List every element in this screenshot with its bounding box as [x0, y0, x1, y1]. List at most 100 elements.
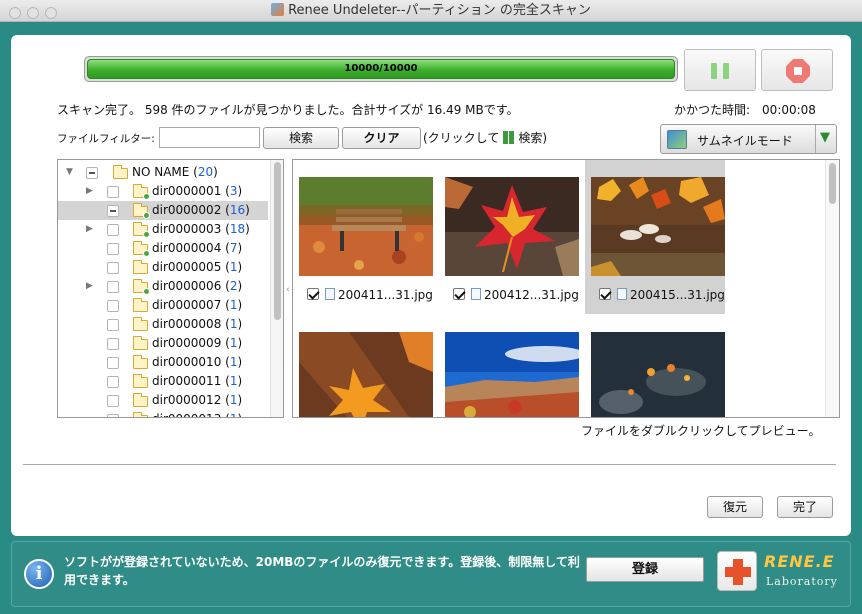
- tree-label: dir0000001 (3): [152, 184, 243, 198]
- thumbnail-gallery: 200411...31.jpg 200412...31.jpg 200415..…: [292, 159, 840, 418]
- tree-row[interactable]: dir0000011 (1): [58, 372, 268, 391]
- close-window-button[interactable]: [9, 7, 21, 19]
- collapsed-triangle-icon[interactable]: ▶: [86, 220, 95, 239]
- tree-row[interactable]: dir0000010 (1): [58, 353, 268, 372]
- tree-row[interactable]: ▶ dir0000006 (2): [58, 277, 268, 296]
- app-icon: [271, 3, 285, 16]
- thumbnail-image-hillside: [445, 332, 579, 417]
- tree-label: dir0000012 (1): [152, 393, 243, 407]
- tree-label: dir0000005 (1): [152, 260, 243, 274]
- tree-name-text: dir0000003: [152, 222, 222, 236]
- splitter-handle[interactable]: ‹: [286, 285, 290, 295]
- tree-count: 7: [229, 241, 238, 255]
- thumbnail-item-selected[interactable]: 200415...31.jpg: [585, 160, 725, 314]
- tree-count: 18: [229, 222, 246, 236]
- tree-checkbox[interactable]: [107, 414, 119, 417]
- tree-checkbox[interactable]: [107, 338, 119, 350]
- tree-name-text: dir0000013: [152, 412, 221, 417]
- tree-row[interactable]: dir0000007 (1): [58, 296, 268, 315]
- window-title: Renee Undeleter--パーティション の完全スキャン: [288, 3, 591, 18]
- tree-row-root[interactable]: ▼ NO NAME (20): [58, 163, 268, 182]
- pause-button[interactable]: [684, 49, 756, 91]
- thumbnail-checkbox[interactable]: [307, 288, 319, 300]
- tree-checkbox[interactable]: [107, 357, 119, 369]
- thumbnail-checkbox[interactable]: [453, 288, 465, 300]
- divider: [23, 464, 836, 465]
- tree-row[interactable]: dir0000012 (1): [58, 391, 268, 410]
- tree-name-text: dir0000001: [152, 184, 222, 198]
- rene-logo-icon: [717, 551, 757, 591]
- tree-row[interactable]: ▶ dir0000003 (18): [58, 220, 268, 239]
- tree-checkbox[interactable]: [107, 376, 119, 388]
- tree-label: dir0000003 (18): [152, 222, 250, 236]
- gallery-scrollbar[interactable]: [825, 160, 839, 417]
- tree-label: dir0000011 (1): [152, 374, 243, 388]
- expanded-triangle-icon[interactable]: ▼: [66, 163, 75, 182]
- tree-row[interactable]: dir0000004 (7): [58, 239, 268, 258]
- tree-row[interactable]: dir0000009 (1): [58, 334, 268, 353]
- folder-badge: [143, 212, 150, 219]
- thumbnail-filename: 200411...31.jpg: [338, 288, 433, 302]
- tree-row-selected[interactable]: dir0000002 (16): [58, 201, 268, 220]
- zoom-window-button[interactable]: [45, 7, 57, 19]
- collapsed-triangle-icon[interactable]: ▶: [86, 182, 95, 201]
- tree-label: dir0000008 (1): [152, 317, 243, 331]
- tree-name-text: NO NAME: [132, 165, 190, 179]
- tree-count: 1: [229, 393, 238, 407]
- thumbnail-item[interactable]: [293, 315, 433, 417]
- tree-name-text: dir0000008: [152, 317, 222, 331]
- done-button[interactable]: 完了: [777, 496, 833, 518]
- tree-label: dir0000009 (1): [152, 336, 243, 350]
- chevron-down-icon[interactable]: ▼: [820, 130, 830, 145]
- tree-checkbox[interactable]: [107, 319, 119, 331]
- folder-tree: ▼ NO NAME (20) ▶ dir0000001 (3) dir00000…: [57, 159, 284, 418]
- folder-icon: [133, 298, 148, 312]
- tree-checkbox[interactable]: [107, 243, 119, 255]
- window-controls: [9, 5, 63, 27]
- file-filter-input[interactable]: [159, 127, 260, 148]
- view-mode-dropdown[interactable]: サムネイルモード ▼: [660, 124, 837, 154]
- tree-row[interactable]: dir0000005 (1): [58, 258, 268, 277]
- tree-checkbox[interactable]: [86, 167, 98, 179]
- progress-text: 10000/10000: [344, 63, 418, 74]
- tree-checkbox[interactable]: [107, 224, 119, 236]
- thumbnail-item[interactable]: 200412...31.jpg: [439, 160, 579, 314]
- tree-name-text: dir0000002: [152, 203, 222, 217]
- gallery-scroll-thumb[interactable]: [829, 163, 836, 204]
- tree-count: 1: [230, 412, 238, 417]
- tree-row[interactable]: dir0000013 (1): [58, 410, 268, 417]
- register-button[interactable]: 登録: [586, 557, 704, 582]
- tree-checkbox[interactable]: [107, 281, 119, 293]
- tree-checkbox[interactable]: [107, 205, 119, 217]
- tree-count: 16: [229, 203, 246, 217]
- clear-button[interactable]: クリア: [342, 127, 421, 149]
- tree-label: dir0000010 (1): [152, 355, 243, 369]
- tree-count: 1: [229, 336, 238, 350]
- folder-icon: [113, 165, 128, 179]
- thumbnail-item[interactable]: [439, 315, 579, 417]
- folder-icon: [133, 393, 148, 407]
- collapsed-triangle-icon[interactable]: ▶: [86, 277, 95, 296]
- tree-checkbox[interactable]: [107, 395, 119, 407]
- thumbnail-checkbox[interactable]: [599, 288, 611, 300]
- thumbnail-item[interactable]: 200411...31.jpg: [293, 160, 433, 314]
- registration-banner: i ソフトがが登録されていないため、20MBのファイルのみ復元できます。登録後、…: [11, 541, 851, 607]
- folder-icon: [133, 260, 148, 274]
- tree-checkbox[interactable]: [107, 186, 119, 198]
- tree-row[interactable]: ▶ dir0000001 (3): [58, 182, 268, 201]
- restore-button[interactable]: 復元: [707, 496, 763, 518]
- main-panel: 10000/10000 スキャン完了。 598 件のファイルが見つかりました。合…: [11, 35, 851, 536]
- tree-scroll-thumb[interactable]: [274, 162, 281, 320]
- tree-label: dir0000013 (1): [152, 410, 242, 417]
- app-window: Renee Undeleter--パーティション の完全スキャン 10000/1…: [0, 0, 862, 614]
- minimize-window-button[interactable]: [27, 7, 39, 19]
- tree-checkbox[interactable]: [107, 262, 119, 274]
- filter-hint-suffix: 検索): [518, 131, 548, 145]
- thumbnail-item[interactable]: [585, 315, 725, 417]
- stop-button[interactable]: [761, 49, 833, 91]
- tree-row[interactable]: dir0000008 (1): [58, 315, 268, 334]
- tree-scrollbar[interactable]: [270, 160, 283, 417]
- tree-checkbox[interactable]: [107, 300, 119, 312]
- search-button[interactable]: 検索: [263, 127, 339, 149]
- tree-name-text: dir0000009: [152, 336, 222, 350]
